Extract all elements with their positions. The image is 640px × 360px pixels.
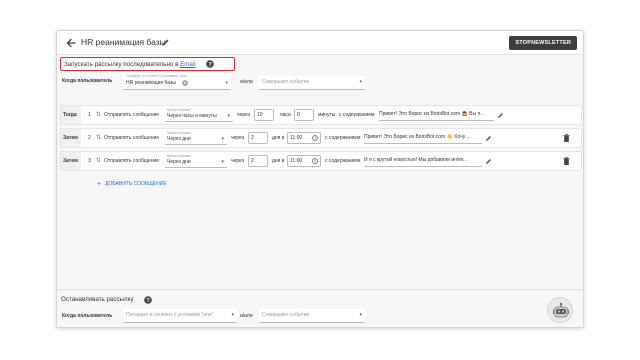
chevron-down-icon: ▾ xyxy=(221,136,224,142)
add-message-button[interactable]: + ДОБАВИТЬ СООБЩЕНИЕ xyxy=(97,181,167,188)
through-label: через xyxy=(231,135,245,141)
edit-message-icon[interactable] xyxy=(497,112,504,119)
and-or-label: и/или xyxy=(240,313,253,319)
days-unit: дня в xyxy=(272,158,285,164)
step-action: Отправлять сообщение xyxy=(104,112,160,118)
help-icon[interactable]: ? xyxy=(206,60,214,68)
clock-icon[interactable] xyxy=(312,135,318,141)
drag-sort-icon[interactable]: ⇅ xyxy=(96,157,101,164)
stop-segment-select[interactable]: Попадает в сегмент с условием "или" ▾ xyxy=(123,309,237,323)
through-label: через xyxy=(231,158,245,164)
segment-select-caption: Попадает в сегмент с условием "или" xyxy=(126,74,188,78)
back-arrow-icon[interactable] xyxy=(65,37,77,49)
chevron-down-icon: ▾ xyxy=(359,312,362,318)
step-index: 1 xyxy=(88,112,91,118)
segment-select[interactable]: Попадает в сегмент с условием "или" HR р… xyxy=(123,73,231,90)
drag-sort-icon[interactable]: ⇅ xyxy=(96,111,101,118)
send-time-value: Через дни xyxy=(167,159,191,165)
add-message-label: ДОБАВИТЬ СООБЩЕНИЕ xyxy=(105,181,167,187)
stop-newsletter-button[interactable]: STOPNEWSLETTER xyxy=(509,36,577,50)
plus-icon: + xyxy=(97,181,102,188)
stop-section-title: Останавливать рассылку xyxy=(61,296,134,303)
content-label: с содержанием xyxy=(339,112,375,118)
send-time-caption: Время отправки xyxy=(167,131,191,135)
event-select-placeholder: Совершает событие xyxy=(262,79,310,85)
chevron-down-icon: ▾ xyxy=(227,113,230,119)
hours-input[interactable]: 10 xyxy=(254,109,274,121)
through-label: через xyxy=(237,112,251,118)
trigger-row: Когда пользователь Попадает в сегмент с … xyxy=(60,73,582,91)
step-row-1: Тогда 1 ⇅ Отправлять сообщение Время отп… xyxy=(60,105,582,125)
help-icon[interactable]: ? xyxy=(144,296,152,304)
clear-chip-icon[interactable] xyxy=(182,80,188,86)
stop-condition-row: Когда пользователь Попадает в сегмент с … xyxy=(60,309,582,323)
days-input[interactable]: 2 xyxy=(248,155,268,167)
send-time-select[interactable]: Время отправки Через дни ▾ xyxy=(165,131,227,145)
robot-icon xyxy=(553,302,569,318)
event-select[interactable]: Совершает событие ▾ xyxy=(259,76,365,90)
step-row-2: Затем 2 ⇅ Отправлять сообщение Время отп… xyxy=(60,128,582,148)
stop-label: Когда пользователь xyxy=(62,313,113,319)
step-action: Отправлять сообщение xyxy=(104,135,160,141)
time-input[interactable]: 11:00 xyxy=(287,155,321,167)
clock-icon[interactable] xyxy=(312,158,318,164)
launch-text: Запускать рассылку последовательно в Ema… xyxy=(64,60,196,68)
edit-title-icon[interactable] xyxy=(161,38,170,47)
message-preview[interactable]: Привет! Это Борис из BorisBot.com 👋 Хочу… xyxy=(364,132,482,144)
chevron-down-icon: ▾ xyxy=(225,80,228,86)
send-time-caption: Время отправки xyxy=(167,108,191,112)
send-time-value: Через часы и минуты xyxy=(167,113,217,119)
stop-segment-placeholder: Попадает в сегмент с условием "или" xyxy=(126,312,214,318)
step-tag: Затем xyxy=(61,152,81,170)
chat-bot-avatar[interactable] xyxy=(547,297,573,323)
segment-select-value: HR реанимация базы xyxy=(126,80,176,86)
drag-sort-icon[interactable]: ⇅ xyxy=(96,134,101,141)
send-time-select[interactable]: Время отправки Через дни ▾ xyxy=(165,154,227,168)
step-tag: Затем xyxy=(61,129,81,147)
step-tag: Тогда xyxy=(61,106,81,124)
trigger-label: Когда пользователь xyxy=(62,78,113,84)
send-time-caption: Время отправки xyxy=(167,154,191,158)
edit-message-icon[interactable] xyxy=(485,135,492,142)
days-input[interactable]: 2 xyxy=(248,132,268,144)
stop-event-select[interactable]: Совершает событие ▾ xyxy=(259,309,365,323)
minutes-unit: минуты xyxy=(318,112,336,118)
launch-channel-box: Запускать рассылку последовательно в Ema… xyxy=(60,57,235,71)
message-preview[interactable]: И я с крутой новостью! Мы добавили интег… xyxy=(364,155,482,167)
step-index: 3 xyxy=(88,158,91,164)
section-divider xyxy=(57,289,583,290)
minutes-input[interactable]: 0 xyxy=(294,109,314,121)
app-window: HR реанимация базы STOPNEWSLETTER Запуск… xyxy=(56,30,584,328)
send-time-select[interactable]: Время отправки Через часы и минуты ▾ xyxy=(165,108,233,122)
message-preview[interactable]: Привет! Это Борис из BorisBot.com 🙇 Вы п… xyxy=(379,109,494,121)
channel-email-link[interactable]: Email xyxy=(180,61,195,68)
time-input[interactable]: 11:00 xyxy=(287,132,321,144)
hours-unit: часа xyxy=(280,112,291,118)
send-time-value: Через дни xyxy=(167,136,191,142)
step-index: 2 xyxy=(88,135,91,141)
and-or-label: и/или xyxy=(240,79,253,85)
delete-step-icon[interactable] xyxy=(563,157,570,165)
chevron-down-icon: ▾ xyxy=(231,312,234,318)
page-title: HR реанимация базы xyxy=(81,37,166,47)
content-label: с содержанием xyxy=(325,135,361,141)
stop-event-placeholder: Совершает событие xyxy=(262,312,310,318)
edit-message-icon[interactable] xyxy=(485,158,492,165)
chevron-down-icon: ▾ xyxy=(359,79,362,85)
content-label: с содержанием xyxy=(325,158,361,164)
step-row-3: Затем 3 ⇅ Отправлять сообщение Время отп… xyxy=(60,151,582,171)
chevron-down-icon: ▾ xyxy=(221,159,224,165)
top-bar: HR реанимация базы STOPNEWSLETTER xyxy=(57,31,583,55)
time-value: 11:00 xyxy=(290,158,303,164)
step-action: Отправлять сообщение xyxy=(104,158,160,164)
days-unit: дня в xyxy=(272,135,285,141)
delete-step-icon[interactable] xyxy=(563,134,570,142)
time-value: 11:00 xyxy=(290,135,303,141)
